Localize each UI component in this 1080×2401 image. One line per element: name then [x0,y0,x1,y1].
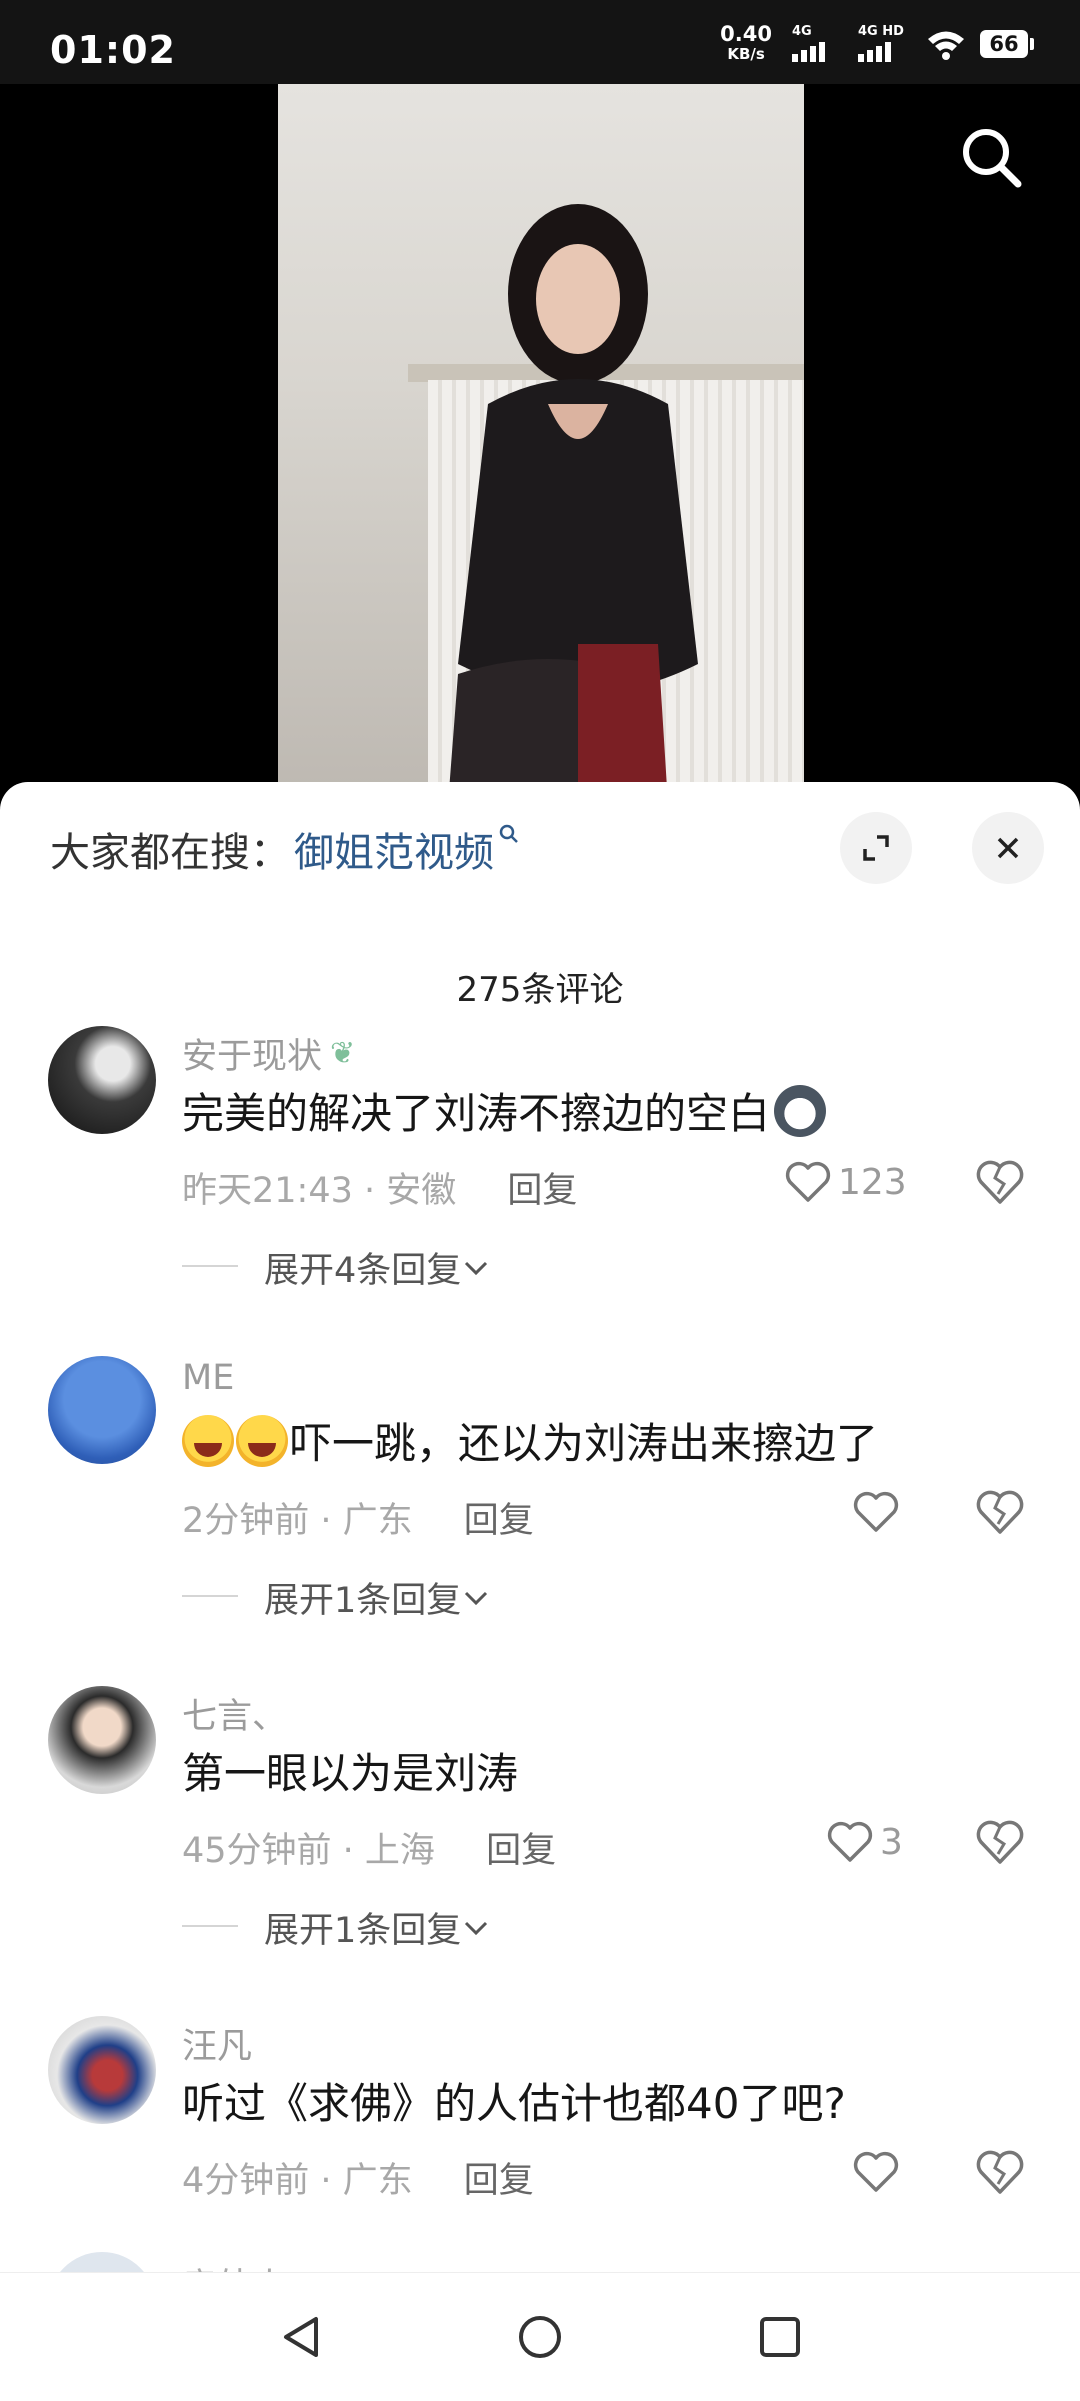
search-icon[interactable] [956,122,1028,194]
username-text: ME [182,1358,235,1398]
search-mini-icon [498,823,520,851]
heart-icon [827,1821,873,1862]
like-button[interactable] [852,1484,906,1540]
suggestion-link[interactable]: 御姐范视频 [294,820,494,878]
username-text: 七言、 [182,1697,288,1737]
expand-replies-label: 展开1条回复 [264,1581,462,1621]
laughing-crying-emoji-icon [182,1414,234,1467]
username-text: 安于现状 [182,1037,323,1077]
suggestion-prefix: 大家都在搜： [50,830,290,876]
comment-body: 完美的解决了刘涛不擦边的空白 [182,1089,771,1138]
expand-replies-button[interactable]: 展开4条回复 [182,1242,491,1293]
reply-button[interactable]: 回复 [464,2161,534,2201]
status-time: 01:02 [50,28,176,72]
battery-icon: 66 [980,30,1034,58]
heart-icon [785,1161,831,1202]
comment-body: 吓一跳，还以为刘涛出来擦边了 [290,1419,879,1468]
expand-replies-label: 展开1条回复 [264,1911,462,1951]
chevron-down-icon [465,1591,488,1605]
expand-replies-button[interactable]: 展开1条回复 [182,1902,491,1953]
comment-text: 吓一跳，还以为刘涛出来擦边了 [182,1410,878,1471]
username-text: 汪凡 [182,2027,253,2067]
reply-button[interactable]: 回复 [486,1831,556,1871]
search-suggestion: 大家都在搜： 御姐范视频 [50,820,520,878]
status-indicators: 0.40 KB/s 4G 4G HD 66 [720,24,1034,64]
laughing-crying-emoji-icon [236,1414,288,1467]
sim1-label: 4G [792,24,812,39]
reply-button[interactable]: 回复 [464,1501,534,1541]
woman-figure [448,204,698,804]
broken-heart-icon[interactable] [974,2146,1026,2198]
sim2-label: 4G HD [858,24,904,39]
comment-meta: 2分钟前 · 广东 回复 [182,1492,534,1543]
comment-time-location: 2分钟前 · 广东 [182,1501,413,1541]
chevron-down-icon [465,1261,488,1275]
expand-icon [863,835,889,861]
comment-username[interactable]: 七言、 [182,1688,287,1739]
comment-username[interactable]: 安于现状 ❦ [182,1028,355,1079]
like-button[interactable]: 123 [784,1154,907,1210]
video-frame [278,84,804,804]
network-speed-unit: KB/s [727,45,765,63]
broken-heart-icon[interactable] [974,1486,1026,1538]
comment-text: 完美的解决了刘涛不擦边的空白 [182,1080,827,1141]
avatar[interactable] [48,1356,156,1464]
comment-time-location: 45分钟前 · 上海 [182,1831,435,1871]
comment-text: 第一眼以为是刘涛 [182,1740,518,1801]
expand-replies-button[interactable]: 展开1条回复 [182,1572,491,1623]
expand-replies-label: 展开4条回复 [264,1251,462,1291]
comment-meta: 4分钟前 · 广东 回复 [182,2152,534,2203]
comment-body: 听过《求佛》的人估计也都40了吧? [182,2079,846,2128]
sim2-signal-icon: 4G HD [852,24,912,64]
comment-username[interactable]: 汪凡 [182,2018,252,2069]
close-icon [997,837,1019,859]
system-nav-bar [0,2272,1080,2401]
home-icon[interactable] [510,2307,570,2367]
avatar[interactable] [48,2016,156,2124]
close-sheet-button[interactable] [972,812,1044,884]
status-bar: 01:02 0.40 KB/s 4G 4G HD 66 [0,0,1080,84]
expand-sheet-button[interactable] [840,812,912,884]
comment-meta: 昨天21:43 · 安徽 回复 [182,1162,577,1213]
comment-time-location: 4分钟前 · 广东 [182,2161,413,2201]
comment-sheet: 大家都在搜： 御姐范视频 275条评论 安于现状 ❦ 完美的解决了刘涛不擦边的空… [0,782,1080,2272]
network-speed: 0.40 KB/s [720,24,772,64]
reply-button[interactable]: 回复 [507,1171,577,1211]
like-button[interactable]: 3 [826,1814,903,1870]
comment-text: 听过《求佛》的人估计也都40了吧? [182,2070,846,2131]
comment-count: 275条评论 [456,970,624,1010]
like-button[interactable] [852,2144,906,2200]
like-count: 123 [838,1161,907,1203]
broken-heart-icon[interactable] [974,1156,1026,1208]
comment-username[interactable]: ME [182,1358,234,1398]
next-comment-username: 房外人 [182,2258,287,2272]
battery-level: 66 [980,30,1028,58]
broken-heart-icon[interactable] [974,1816,1026,1868]
comment-body: 第一眼以为是刘涛 [182,1749,519,1798]
recents-icon[interactable] [750,2307,810,2367]
next-comment-avatar [48,2252,156,2272]
sim1-signal-icon: 4G [786,24,838,64]
heart-icon [853,1491,899,1532]
comment-meta: 45分钟前 · 上海 回复 [182,1822,556,1873]
dragon-badge-icon: ❦ [330,1036,356,1071]
avatar[interactable] [48,1026,156,1134]
like-count: 3 [880,1821,903,1863]
video-player[interactable] [0,84,1080,804]
heart-icon [853,2151,899,2192]
network-speed-value: 0.40 [720,22,772,46]
husky-emoji-icon [774,1084,827,1137]
wifi-icon [928,31,964,60]
back-icon[interactable] [272,2307,332,2367]
comment-time-location: 昨天21:43 · 安徽 [182,1171,457,1211]
sheet-header: 大家都在搜： 御姐范视频 [0,782,1080,912]
chevron-down-icon [465,1921,488,1935]
avatar[interactable] [48,1686,156,1794]
